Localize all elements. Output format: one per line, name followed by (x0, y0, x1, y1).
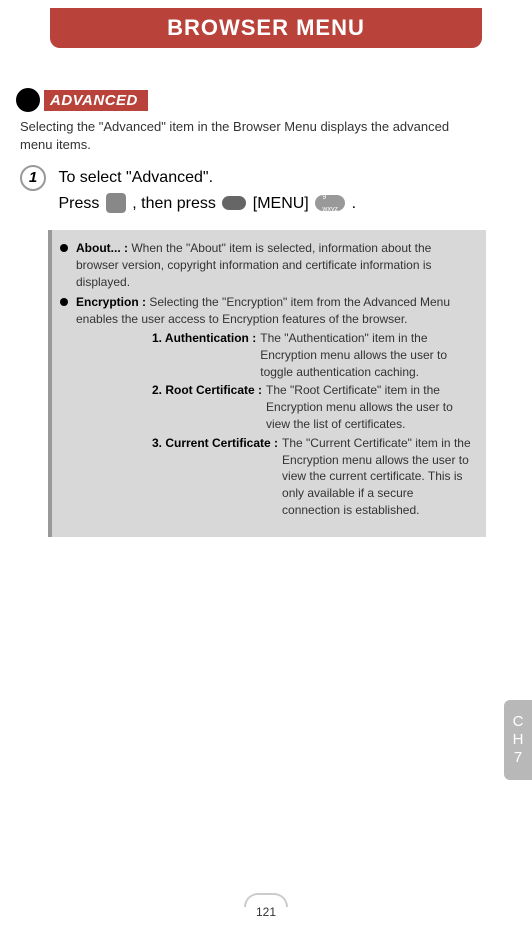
title-bar: BROWSER MENU (50, 8, 482, 48)
chapter-n: 7 (514, 749, 522, 767)
sub-desc: The "Authentication" item in the Encrypt… (260, 330, 474, 380)
step-block: 1 To select "Advanced". Press , then pre… (20, 165, 480, 216)
nav-key-icon (106, 193, 126, 213)
sub-desc: The "Current Certificate" item in the En… (282, 435, 474, 519)
list-item: Encryption : Selecting the "Encryption" … (60, 294, 474, 518)
list-item: About... : When the "About" item is sele… (60, 240, 474, 290)
step-press-b: , then press (132, 195, 220, 212)
sub-label: 3. Current Certificate : (152, 435, 278, 519)
page-number: 121 (244, 905, 288, 919)
step-press-d: . (352, 195, 356, 212)
sub-item: 1. Authentication : The "Authentication"… (152, 330, 474, 380)
bullet-icon (60, 244, 68, 252)
section-dot-icon (16, 88, 40, 112)
step-press-a: Press (58, 195, 103, 212)
section-label: ADVANCED (44, 90, 148, 111)
step-press-c: [MENU] (253, 195, 313, 212)
sub-item: 2. Root Certificate : The "Root Certific… (152, 382, 474, 432)
page-number-wrap: 121 (244, 893, 288, 919)
sub-desc: The "Root Certificate" item in the Encry… (266, 382, 474, 432)
sub-label: 2. Root Certificate : (152, 382, 262, 432)
item-label: Encryption : (76, 295, 149, 309)
item-content: About... : When the "About" item is sele… (76, 240, 474, 290)
section-header: ADVANCED (16, 88, 148, 112)
chapter-tab: C H 7 (504, 700, 532, 780)
step-text: To select "Advanced". Press , then press… (58, 165, 468, 216)
sub-label: 1. Authentication : (152, 330, 256, 380)
softkey-icon (222, 196, 246, 210)
bullet-icon (60, 298, 68, 306)
step-line1: To select "Advanced". (58, 169, 213, 186)
step-number: 1 (20, 165, 46, 191)
info-box: About... : When the "About" item is sele… (48, 230, 486, 537)
intro-text: Selecting the "Advanced" item in the Bro… (20, 118, 480, 154)
item-content: Encryption : Selecting the "Encryption" … (76, 294, 474, 518)
chapter-h: H (513, 731, 524, 749)
item-label: About... : (76, 241, 131, 255)
sub-item: 3. Current Certificate : The "Current Ce… (152, 435, 474, 519)
key-9-icon (315, 195, 345, 211)
page-title: BROWSER MENU (167, 15, 365, 41)
chapter-c: C (513, 713, 524, 731)
